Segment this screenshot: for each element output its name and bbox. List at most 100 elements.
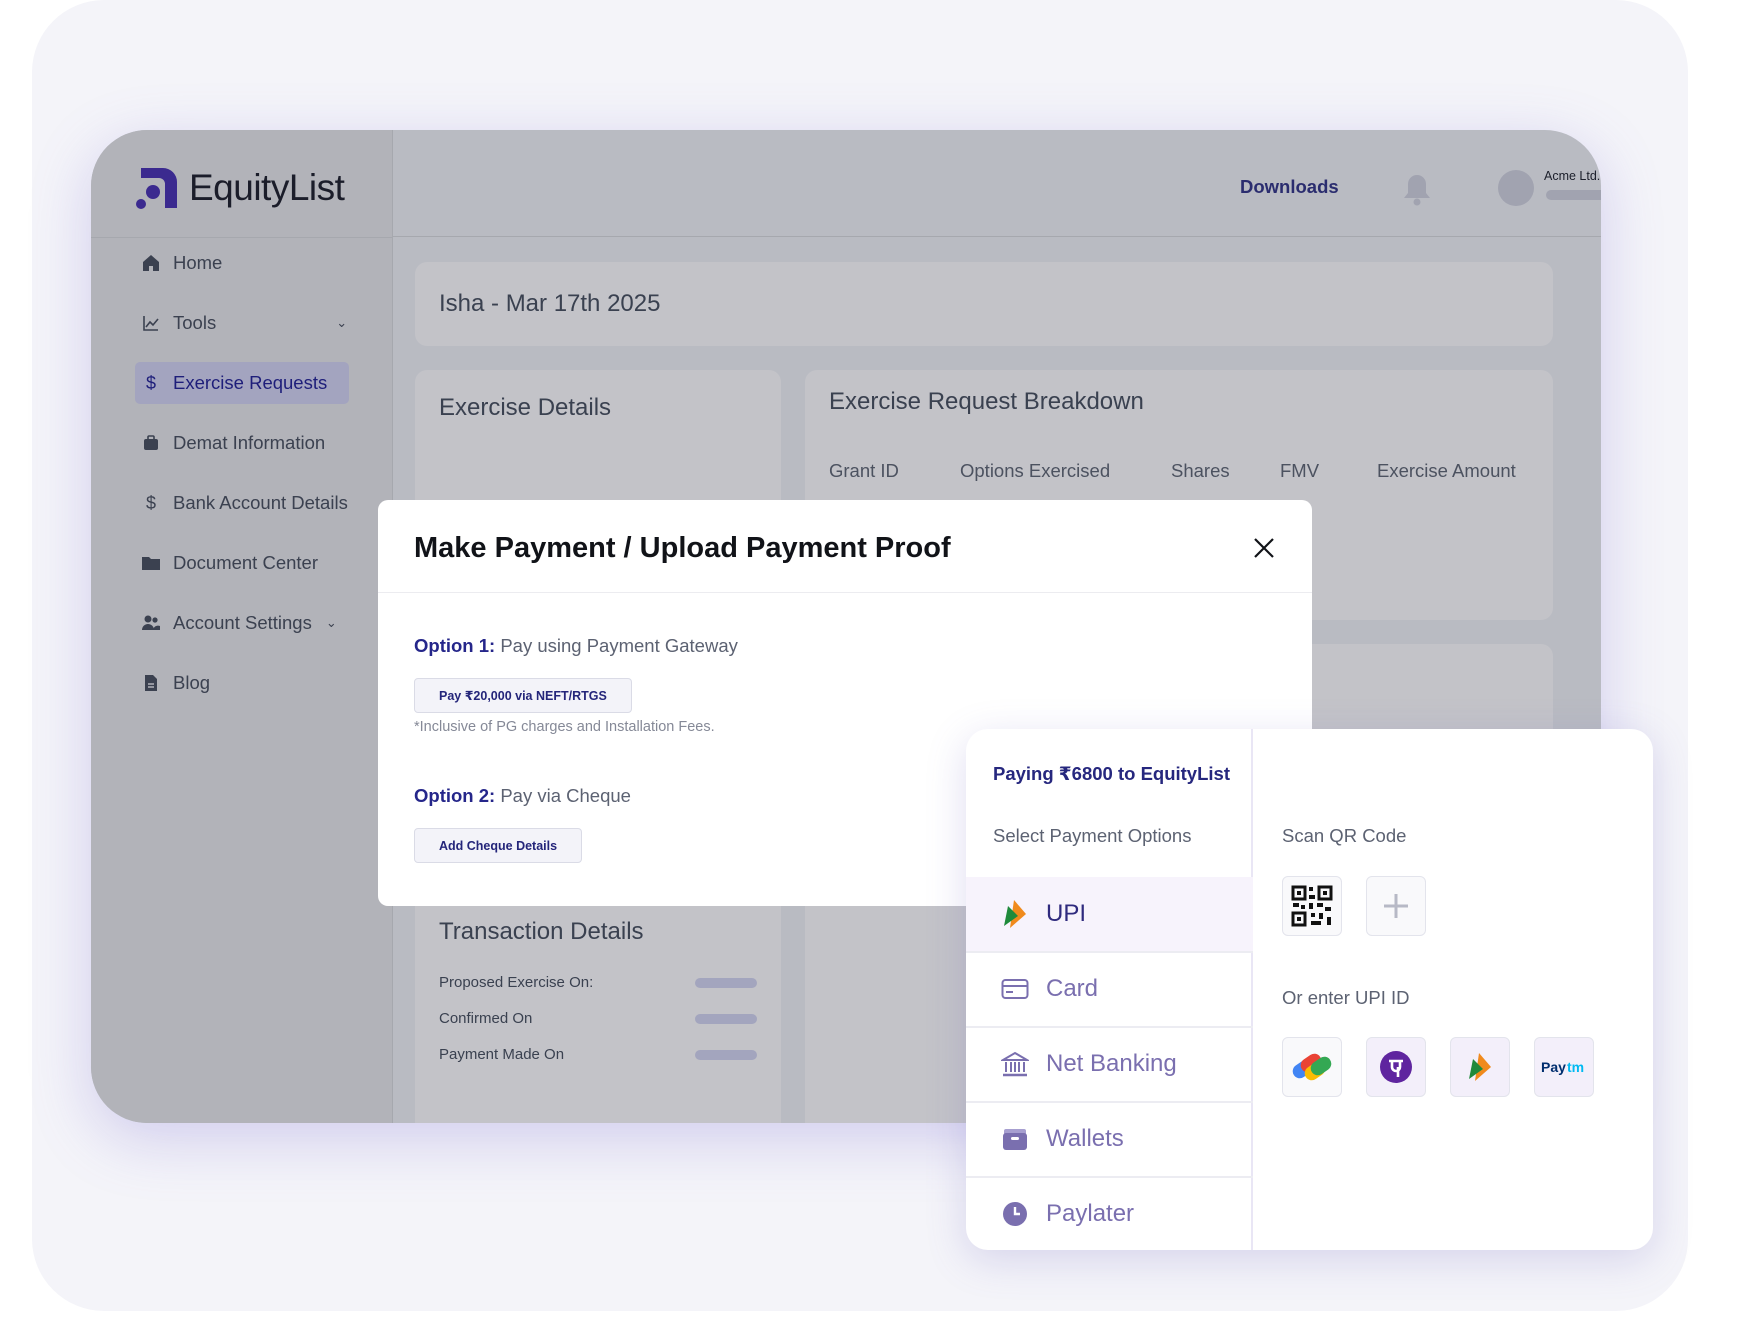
modal-title: Make Payment / Upload Payment Proof	[414, 532, 951, 564]
bhim-icon	[1469, 1053, 1491, 1081]
payment-option-card[interactable]: Card	[966, 951, 1253, 1025]
folder-icon	[141, 553, 161, 573]
sidebar-item-label: Exercise Requests	[173, 372, 328, 393]
svg-text:Pay: Pay	[1541, 1059, 1566, 1075]
payment-option-net-banking[interactable]: Net Banking	[966, 1026, 1253, 1100]
column-header: FMV	[1280, 460, 1320, 481]
transaction-row-label: Confirmed On	[439, 1010, 533, 1027]
payment-option-label: Wallets	[1046, 1125, 1124, 1152]
dollar-icon: $	[145, 372, 156, 393]
account-name: Acme Ltd.	[1544, 169, 1601, 183]
upi-id-label: Or enter UPI ID	[1282, 987, 1410, 1008]
sidebar-item-label: Tools	[173, 312, 217, 333]
payment-options-panel: Paying ₹6800 to EquityList Select Paymen…	[966, 729, 1253, 1250]
option-1-line: Option 1: Pay using Payment Gateway	[414, 635, 738, 657]
sidebar-item-account-settings[interactable]: Account Settings ⌄	[135, 602, 337, 644]
sidebar-item-label: Account Settings	[173, 612, 312, 633]
payment-option-upi[interactable]: UPI	[966, 877, 1253, 951]
topbar: Downloads Acme Ltd. ⌄	[393, 130, 1601, 237]
chevron-down-icon: ⌄	[336, 315, 348, 330]
option-1-text: Pay using Payment Gateway	[495, 635, 738, 656]
close-button[interactable]	[1246, 530, 1282, 566]
sidebar-divider	[91, 237, 393, 238]
wallet-icon	[1000, 1124, 1030, 1154]
brand-name: EquityList	[189, 167, 345, 208]
transaction-row-label: Payment Made On	[439, 1046, 565, 1063]
paytm-icon: Pay tm	[1541, 1059, 1584, 1075]
credit-card-icon	[1000, 974, 1030, 1004]
file-icon	[141, 673, 161, 693]
option-1-label: Option 1:	[414, 635, 496, 656]
upi-icon	[1000, 899, 1030, 929]
value-placeholder	[695, 978, 757, 988]
sidebar-item-label: Bank Account Details	[173, 492, 348, 513]
option-2-text: Pay via Cheque	[495, 785, 631, 806]
breakdown-title: Exercise Request Breakdown	[829, 388, 1144, 415]
option-2-line: Option 2: Pay via Cheque	[414, 785, 631, 807]
sidebar-item-document-center[interactable]: Document Center	[135, 542, 318, 584]
scan-qr-label: Scan QR Code	[1282, 825, 1407, 846]
payment-option-label: Card	[1046, 975, 1099, 1002]
clock-icon	[1000, 1199, 1030, 1229]
sidebar-item-label: Blog	[173, 672, 211, 693]
dollar-icon: $	[145, 492, 156, 513]
option-1-note: *Inclusive of PG charges and Installatio…	[414, 719, 715, 735]
brand-logo[interactable]: EquityList	[135, 166, 345, 210]
sidebar-item-home[interactable]: Home	[135, 242, 222, 284]
qr-code-icon	[1291, 885, 1333, 927]
column-header: Options Exercised	[960, 460, 1111, 481]
google-pay-button[interactable]	[1282, 1037, 1342, 1097]
bank-icon	[1000, 1049, 1030, 1079]
sidebar-item-label: Home	[173, 252, 223, 273]
transaction-details-title: Transaction Details	[439, 918, 644, 945]
payment-option-label: Paylater	[1046, 1200, 1135, 1227]
bhim-button[interactable]	[1450, 1037, 1510, 1097]
value-placeholder	[695, 1050, 757, 1060]
qr-code-tile[interactable]	[1282, 876, 1342, 936]
home-icon	[141, 253, 161, 273]
paytm-button[interactable]: Pay tm	[1534, 1037, 1594, 1097]
value-placeholder	[695, 1014, 757, 1024]
sidebar-item-blog[interactable]: Blog	[135, 662, 210, 704]
google-pay-icon	[1292, 1053, 1332, 1081]
account-name-placeholder	[1546, 190, 1601, 200]
payment-heading: Paying ₹6800 to EquityList	[993, 763, 1230, 784]
select-payment-label: Select Payment Options	[993, 825, 1192, 846]
exercise-details-title: Exercise Details	[439, 394, 612, 421]
column-header: Exercise Amount	[1377, 460, 1516, 481]
page-title-card: Isha - Mar 17th 2025	[415, 262, 1553, 346]
modal-header: Make Payment / Upload Payment Proof	[378, 500, 1312, 593]
transaction-row-label: Proposed Exercise On:	[439, 974, 594, 991]
avatar[interactable]	[1498, 170, 1534, 206]
phonepe-icon	[1380, 1051, 1412, 1083]
payment-option-label: UPI	[1046, 900, 1087, 927]
sidebar-item-label: Demat Information	[173, 432, 326, 453]
chevron-down-icon: ⌄	[325, 615, 337, 630]
payment-options-card: Paying ₹6800 to EquityList Select Paymen…	[966, 729, 1653, 1250]
close-icon	[1254, 538, 1274, 558]
option-2-label: Option 2:	[414, 785, 496, 806]
page-title: Isha - Mar 17th 2025	[439, 290, 661, 317]
sidebar-item-tools[interactable]: Tools ⌄	[135, 302, 347, 344]
sidebar-item-bank-account-details[interactable]: $ Bank Account Details	[135, 482, 348, 524]
column-header: Grant ID	[829, 460, 899, 481]
phonepe-button[interactable]	[1366, 1037, 1426, 1097]
payment-option-paylater[interactable]: Paylater	[966, 1176, 1253, 1250]
bell-icon[interactable]	[1402, 172, 1432, 206]
users-icon	[141, 613, 161, 633]
add-qr-button[interactable]	[1366, 876, 1426, 936]
payment-option-label: Net Banking	[1046, 1050, 1177, 1077]
downloads-link[interactable]: Downloads	[1240, 176, 1339, 198]
briefcase-icon	[141, 433, 161, 453]
sidebar-item-exercise-requests[interactable]: $ Exercise Requests	[135, 362, 350, 404]
sidebar: EquityList Home Tools ⌄ $ Exercise Reque…	[91, 130, 393, 1123]
sidebar-item-label: Document Center	[173, 552, 318, 573]
add-cheque-button[interactable]: Add Cheque Details	[414, 828, 583, 863]
payment-details-panel: Scan QR Code Or enter UPI ID Pay tm	[1255, 729, 1653, 1250]
column-header: Shares	[1171, 460, 1230, 481]
svg-text:tm: tm	[1567, 1059, 1584, 1075]
equitylist-logo-icon	[136, 168, 177, 209]
payment-option-wallets[interactable]: Wallets	[966, 1101, 1253, 1175]
sidebar-item-demat-information[interactable]: Demat Information	[135, 422, 325, 464]
pay-neft-button[interactable]: Pay ₹20,000 via NEFT/RTGS	[414, 678, 632, 713]
